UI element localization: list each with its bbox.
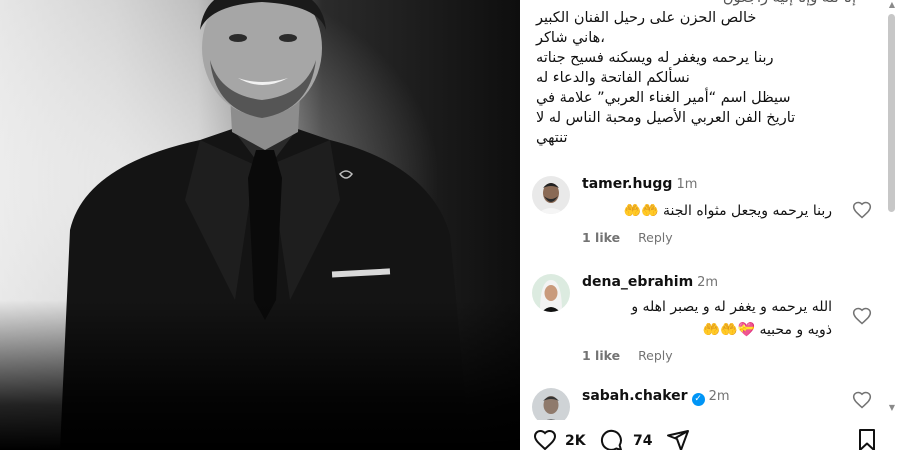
verified-badge-icon: ✓ [691,393,705,406]
reply-button[interactable]: Reply [638,230,673,245]
comment-item: tamer.hugg 1m ربنا يرحمه ويجعل مثواه الجن… [532,176,872,256]
comment-header: dena_ebrahim 2m [582,274,718,290]
comment-username[interactable]: sabah.chaker [582,388,688,404]
reply-button[interactable]: Reply [638,348,673,363]
avatar-photo-woman-hijab[interactable] [532,274,570,312]
caption-line: تاريخ الفن العربي الأصيل ومحبة الناس له … [536,110,796,126]
caption-line: تنتهي [536,130,568,146]
caption-line: خالص الحزن على رحيل الفنان الكبير [536,10,757,26]
post-action-bar: 2K 74 [520,420,900,450]
scroll-down-arrow-icon[interactable]: ▼ [889,404,895,412]
comments-scrollbar[interactable]: ▲ ▼ [888,0,898,415]
comment-header: sabah.chaker ✓ 2m [582,388,730,406]
comment-text-line: الله يرحمه و يغفر له و يصبر اهله و [631,299,832,315]
scroll-up-arrow-icon[interactable]: ▲ [889,1,895,9]
comment-text-line: ذويه و محبيه 💝🤲🤲 [702,322,832,338]
caption-top-fragment: إنا لله وإنا إليه راجعون [723,0,856,8]
heart-icon[interactable] [532,428,558,450]
scrollbar-thumb[interactable] [888,14,895,212]
comment-time: 1m [676,177,698,192]
avatar-photo-bearded-man[interactable] [532,176,570,214]
comment-like-heart-icon[interactable] [852,390,872,410]
comment-icon[interactable] [598,428,624,450]
comment-like-heart-icon[interactable] [852,200,872,220]
comment-item: sabah.chaker ✓ 2m [532,388,872,426]
caption-line: ،هاني شاكر [536,30,605,46]
comment-header: tamer.hugg 1m [582,176,697,192]
share-icon[interactable] [665,428,691,450]
bookmark-icon[interactable] [854,428,880,450]
like-count[interactable]: 2K [565,433,586,449]
caption-line: ربنا يرحمه ويغفر له ويسكنه فسيح جناته [536,50,774,66]
comment-like-heart-icon[interactable] [852,306,872,326]
comment-likes-link[interactable]: 1 like [582,348,620,363]
comment-count[interactable]: 74 [633,433,652,449]
comment-actions: 1 like Reply [582,348,687,363]
post-side-panel: إنا لله وإنا إليه راجعون خالص الحزن على … [520,0,900,450]
comment-time: 2m [708,389,730,404]
comment-username[interactable]: tamer.hugg [582,176,672,192]
post-photo [0,0,520,450]
post-caption: إنا لله وإنا إليه راجعون خالص الحزن على … [536,0,856,148]
comment-likes-link[interactable]: 1 like [582,230,620,245]
comment-text: ربنا يرحمه ويجعل مثواه الجنة 🤲🤲 [623,203,832,219]
comment-actions: 1 like Reply [582,230,687,245]
comment-item: dena_ebrahim 2m الله يرحمه و يغفر له و يص… [532,274,872,374]
caption-line: نسألكم الفاتحة والدعاء له [536,70,690,86]
photo-bottom-fade [0,300,520,450]
comment-username[interactable]: dena_ebrahim [582,274,693,290]
caption-line: سيظل اسم “أمير الغناء العربي” علامة في [536,90,791,106]
comment-time: 2m [697,275,719,290]
